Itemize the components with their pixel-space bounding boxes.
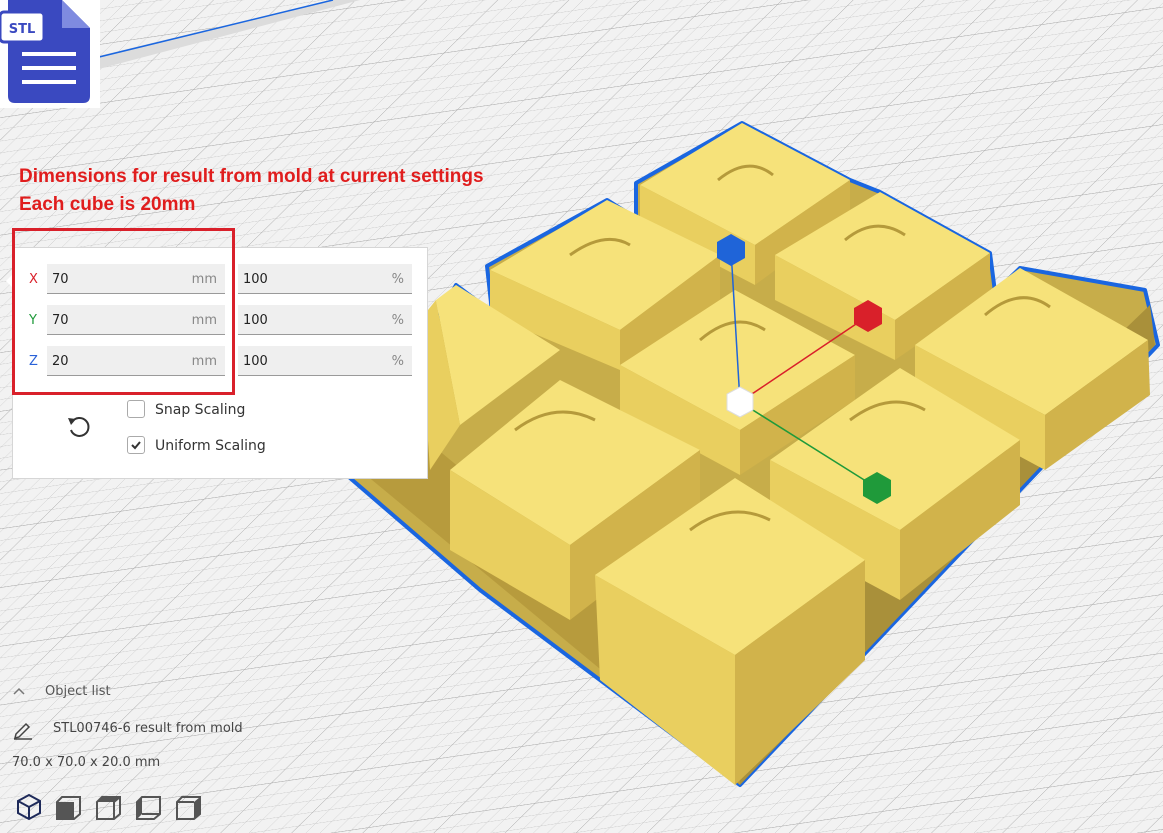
y-percent-input[interactable]: 100 % — [238, 305, 412, 335]
highlight-box — [12, 228, 235, 395]
object-dimensions: 70.0 x 70.0 x 20.0 mm — [12, 755, 161, 770]
x-percent-input[interactable]: 100 % — [238, 264, 412, 294]
stl-file-icon: STL — [0, 0, 100, 108]
x-percent-unit: % — [391, 272, 404, 287]
stl-logo-text: STL — [9, 22, 36, 37]
z-percent-input[interactable]: 100 % — [238, 346, 412, 376]
object-name: STL00746-6 result from mold — [53, 721, 243, 736]
snap-scaling-checkbox[interactable] — [127, 400, 145, 418]
z-percent-value: 100 — [243, 354, 268, 369]
y-percent-unit: % — [391, 313, 404, 328]
3d-view-icon[interactable] — [14, 792, 44, 822]
uniform-scaling-checkbox[interactable] — [127, 436, 145, 454]
annotation-line-2: Each cube is 20mm — [19, 194, 196, 215]
annotation-line-1: Dimensions for result from mold at curre… — [19, 166, 484, 187]
pencil-icon — [13, 722, 32, 740]
snap-scaling-label: Snap Scaling — [155, 402, 246, 418]
checkmark-icon — [131, 441, 141, 450]
right-view-icon[interactable] — [174, 792, 204, 822]
chevron-up-icon — [13, 687, 25, 695]
undo-icon[interactable] — [65, 413, 93, 441]
object-list-label: Object list — [45, 684, 111, 699]
uniform-scaling-label: Uniform Scaling — [155, 438, 266, 454]
z-percent-unit: % — [391, 354, 404, 369]
x-percent-value: 100 — [243, 272, 268, 287]
left-view-icon[interactable] — [134, 792, 164, 822]
front-view-icon[interactable] — [54, 792, 84, 822]
top-view-icon[interactable] — [94, 792, 124, 822]
y-percent-value: 100 — [243, 313, 268, 328]
center-scale-handle[interactable] — [726, 386, 754, 418]
